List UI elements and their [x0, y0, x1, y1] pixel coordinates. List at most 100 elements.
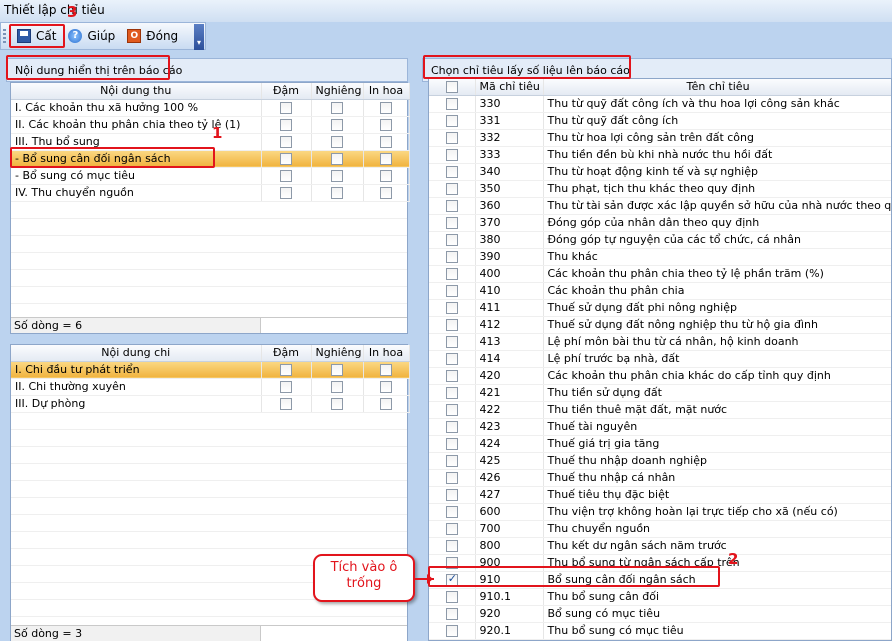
indicator-checkbox[interactable]: [445, 387, 458, 399]
income-italic-checkbox[interactable]: [331, 119, 343, 131]
indicator-row[interactable]: 426 Thuế thu nhập cá nhân: [429, 469, 891, 487]
income-uppercase-checkbox[interactable]: [380, 170, 392, 182]
indicator-row[interactable]: 413 Lệ phí môn bài thu từ cá nhân, hộ kin…: [429, 333, 891, 351]
indicator-checkbox[interactable]: [445, 353, 458, 365]
expense-uppercase-checkbox[interactable]: [380, 398, 392, 410]
indicator-row[interactable]: 340 Thu từ hoạt động kinh tế và sự nghiệp: [429, 163, 891, 181]
indicator-row[interactable]: 370 Đóng góp của nhân dân theo quy định: [429, 214, 891, 232]
indicator-row[interactable]: 414 Lệ phí trước bạ nhà, đất: [429, 350, 891, 368]
indicator-row[interactable]: 331 Thu từ quỹ đất công ích: [429, 112, 891, 130]
indicator-checkbox[interactable]: [445, 285, 458, 297]
indicator-checkbox[interactable]: [445, 234, 458, 246]
indicator-checkbox[interactable]: [445, 625, 458, 637]
indicator-row[interactable]: 350 Thu phạt, tịch thu khác theo quy định: [429, 180, 891, 198]
indicator-checkbox[interactable]: [445, 506, 458, 518]
indicator-row[interactable]: 380 Đóng góp tự nguyện của các tổ chức, c…: [429, 231, 891, 249]
indicator-checkbox[interactable]: [445, 523, 458, 535]
income-col-italic[interactable]: Nghiêng: [311, 83, 364, 100]
indicator-checkbox[interactable]: [445, 489, 458, 501]
indicator-checkbox[interactable]: [445, 438, 458, 450]
toolbar-grip[interactable]: [3, 29, 6, 44]
indicator-checkbox[interactable]: [445, 251, 458, 263]
indicator-row[interactable]: 425 Thuế thu nhập doanh nghiệp: [429, 452, 891, 470]
expense-col-bold[interactable]: Đậm: [261, 345, 312, 362]
indicator-row[interactable]: 400 Các khoản thu phân chia theo tỷ lệ ph…: [429, 265, 891, 283]
indicator-row[interactable]: 424 Thuế giá trị gia tăng: [429, 435, 891, 453]
income-col-uppercase[interactable]: In hoa: [363, 83, 410, 100]
income-bold-checkbox[interactable]: [280, 153, 292, 165]
expense-col-uppercase[interactable]: In hoa: [363, 345, 410, 362]
indicator-row[interactable]: 330 Thu từ quỹ đất công ích và thu hoa lợ…: [429, 95, 891, 113]
indicator-row[interactable]: 390 Thu khác: [429, 248, 891, 266]
expense-italic-checkbox[interactable]: [331, 364, 343, 376]
help-button[interactable]: ? Giúp: [62, 25, 121, 47]
indicator-checkbox[interactable]: [445, 217, 458, 229]
income-row[interactable]: I. Các khoản thu xã hưởng 100 %: [11, 99, 410, 117]
indicator-checkbox[interactable]: [445, 540, 458, 552]
indicator-checkbox[interactable]: [445, 608, 458, 620]
indicator-checkbox[interactable]: [445, 455, 458, 467]
income-uppercase-checkbox[interactable]: [380, 102, 392, 114]
income-italic-checkbox[interactable]: [331, 170, 343, 182]
expense-col-italic[interactable]: Nghiêng: [311, 345, 364, 362]
indicator-checkbox[interactable]: [445, 302, 458, 314]
income-uppercase-checkbox[interactable]: [380, 153, 392, 165]
indicator-checkbox[interactable]: [445, 149, 458, 161]
indicator-checkbox[interactable]: [445, 472, 458, 484]
indicator-checkbox[interactable]: [445, 115, 458, 127]
close-button[interactable]: O Đóng: [121, 25, 184, 47]
indicator-row[interactable]: 800 Thu kết dư ngân sách năm trước: [429, 537, 891, 555]
indicator-checkbox[interactable]: [445, 132, 458, 144]
expense-row[interactable]: II. Chi thường xuyên: [11, 378, 410, 396]
indicator-row[interactable]: 411 Thuế sử dụng đất phi nông nghiệp: [429, 299, 891, 317]
indicator-row[interactable]: 920.1 Thu bổ sung có mục tiêu: [429, 622, 891, 640]
indicator-checkbox[interactable]: [445, 166, 458, 178]
indicator-checkbox[interactable]: [445, 183, 458, 195]
indicator-checkbox[interactable]: [445, 336, 458, 348]
indicator-row[interactable]: 332 Thu từ hoa lợi công sản trên đất công: [429, 129, 891, 147]
income-bold-checkbox[interactable]: [280, 119, 292, 131]
income-italic-checkbox[interactable]: [331, 187, 343, 199]
income-italic-checkbox[interactable]: [331, 136, 343, 148]
expense-italic-checkbox[interactable]: [331, 398, 343, 410]
expense-bold-checkbox[interactable]: [280, 398, 292, 410]
income-col-content[interactable]: Nội dung thu: [11, 83, 262, 100]
indicator-row[interactable]: 910.1 Thu bổ sung cân đối: [429, 588, 891, 606]
indicator-row[interactable]: 423 Thuế tài nguyên: [429, 418, 891, 436]
expense-bold-checkbox[interactable]: [280, 364, 292, 376]
income-bold-checkbox[interactable]: [280, 170, 292, 182]
expense-italic-checkbox[interactable]: [331, 381, 343, 393]
income-col-bold[interactable]: Đậm: [261, 83, 312, 100]
income-uppercase-checkbox[interactable]: [380, 119, 392, 131]
indicator-col-name[interactable]: Tên chỉ tiêu: [543, 79, 891, 96]
income-row[interactable]: - Bổ sung có mục tiêu: [11, 167, 410, 185]
income-uppercase-checkbox[interactable]: [380, 187, 392, 199]
expense-bold-checkbox[interactable]: [280, 381, 292, 393]
indicator-checkbox[interactable]: [445, 268, 458, 280]
toolbar-overflow-icon[interactable]: ▾: [194, 24, 204, 50]
indicator-row[interactable]: 410 Các khoản thu phân chia: [429, 282, 891, 300]
indicator-row[interactable]: 427 Thuế tiêu thụ đặc biệt: [429, 486, 891, 504]
select-all-checkbox[interactable]: [445, 81, 458, 94]
income-bold-checkbox[interactable]: [280, 187, 292, 199]
indicator-row[interactable]: 333 Thu tiền đền bù khi nhà nước thu hồi …: [429, 146, 891, 164]
indicator-row[interactable]: 412 Thuế sử dụng đất nông nghiệp thu từ h…: [429, 316, 891, 334]
expense-row[interactable]: I. Chi đầu tư phát triển: [11, 361, 410, 379]
indicator-row[interactable]: 422 Thu tiền thuê mặt đất, mặt nước: [429, 401, 891, 419]
income-uppercase-checkbox[interactable]: [380, 136, 392, 148]
indicator-row[interactable]: 360 Thu từ tài sản được xác lập quyền sở …: [429, 197, 891, 215]
income-italic-checkbox[interactable]: [331, 153, 343, 165]
income-row[interactable]: II. Các khoản thu phân chia theo tỷ lệ (…: [11, 116, 410, 134]
indicator-row[interactable]: 421 Thu tiền sử dụng đất: [429, 384, 891, 402]
income-bold-checkbox[interactable]: [280, 136, 292, 148]
expense-col-content[interactable]: Nội dung chi: [11, 345, 262, 362]
indicator-row[interactable]: 420 Các khoản thu phân chia khác do cấp t…: [429, 367, 891, 385]
indicator-row[interactable]: 600 Thu viện trợ không hoàn lại trực tiếp…: [429, 503, 891, 521]
indicator-checkbox[interactable]: [445, 404, 458, 416]
expense-row[interactable]: III. Dự phòng: [11, 395, 410, 413]
expense-uppercase-checkbox[interactable]: [380, 381, 392, 393]
indicator-col-code[interactable]: Mã chỉ tiêu: [475, 79, 544, 96]
income-bold-checkbox[interactable]: [280, 102, 292, 114]
indicator-checkbox[interactable]: [445, 370, 458, 382]
indicator-checkbox[interactable]: [445, 98, 458, 110]
